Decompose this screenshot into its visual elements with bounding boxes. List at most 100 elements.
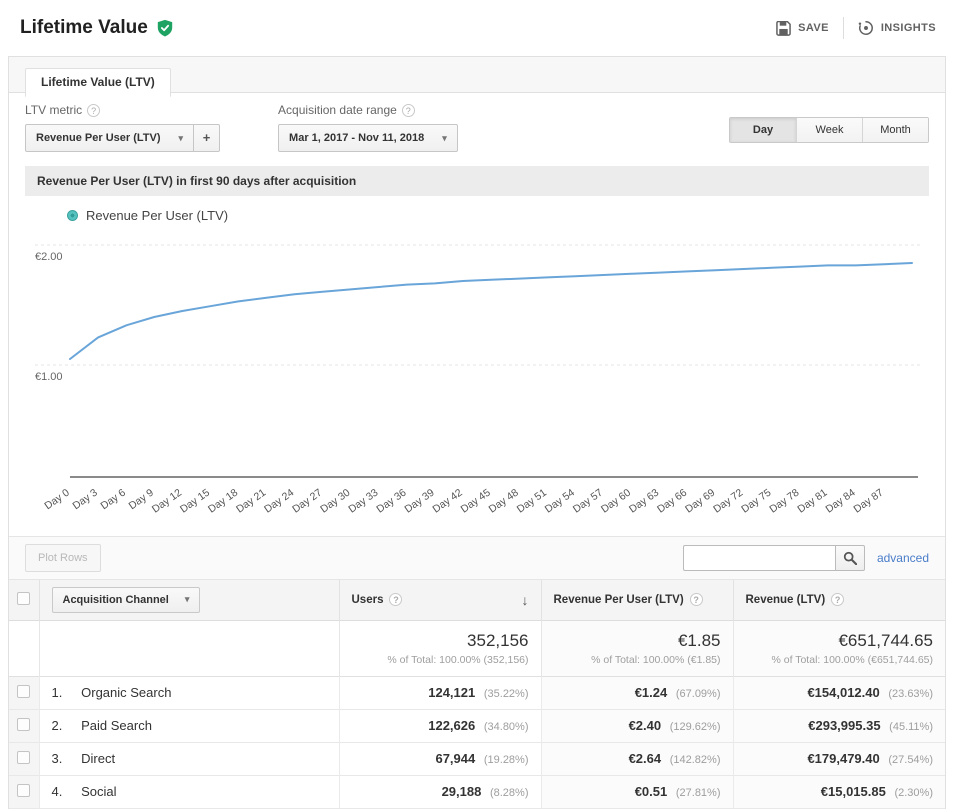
chart-title: Revenue Per User (LTV) in first 90 days … [25,166,929,196]
row-checkbox[interactable] [17,685,30,698]
row-index: 1. [52,685,78,700]
verified-shield-icon [156,19,174,37]
ltv-metric-select[interactable]: Revenue Per User (LTV) ▾ [25,124,194,152]
users-value: 122,626 [428,718,475,733]
svg-text:Day 24: Day 24 [262,487,296,516]
tab-strip: Lifetime Value (LTV) [9,57,945,93]
chart-body: €2.00€1.00Day 0Day 3Day 6Day 9Day 12Day … [25,196,929,528]
top-header: Lifetime Value SAVE INSIGHTS [0,0,954,56]
col-header-revenue[interactable]: Revenue (LTV) [746,594,826,606]
revenue-per-user-value: €2.40 [629,718,662,733]
users-percent: (19.28%) [484,754,529,766]
svg-text:Day 78: Day 78 [767,487,801,516]
row-index: 2. [52,718,78,733]
svg-text:Day 66: Day 66 [655,487,689,516]
svg-text:Day 60: Day 60 [599,487,633,516]
svg-text:Day 3: Day 3 [70,487,99,513]
granularity-day-button[interactable]: Day [730,118,796,142]
svg-text:Day 27: Day 27 [290,487,324,516]
ltv-metric-label: LTV metric [25,103,82,117]
svg-text:Day 45: Day 45 [459,487,493,516]
total-users: 352,156 [352,631,529,651]
col-header-revenue-per-user[interactable]: Revenue Per User (LTV) [554,594,684,606]
users-percent: (35.22%) [484,688,529,700]
revenue-per-user-percent: (67.09%) [676,688,721,700]
tab-lifetime-value[interactable]: Lifetime Value (LTV) [25,68,171,97]
svg-text:Day 21: Day 21 [234,487,268,516]
table-row[interactable]: 3. Direct 67,944 (19.28%) €2.64 (142.82%… [9,742,945,775]
ltv-metric-value: Revenue Per User (LTV) [36,132,161,144]
select-all-checkbox[interactable] [17,592,30,605]
total-revenue: €651,744.65 [746,631,934,651]
revenue-per-user-value: €0.51 [635,784,668,799]
ltv-metric-group: LTV metric ? Revenue Per User (LTV) ▾ + [25,103,220,152]
revenue-per-user-percent: (142.82%) [670,754,721,766]
plot-rows-button[interactable]: Plot Rows [25,544,101,572]
svg-text:Day 81: Day 81 [795,487,829,516]
revenue-percent: (45.11%) [889,721,933,733]
help-icon[interactable]: ? [389,593,402,606]
add-metric-button[interactable]: + [194,124,220,152]
granularity-week-button[interactable]: Week [796,118,862,142]
revenue-value: €15,015.85 [821,784,886,799]
save-label: SAVE [798,22,829,34]
revenue-per-user-percent: (27.81%) [676,787,721,799]
svg-text:Day 12: Day 12 [150,487,184,516]
svg-text:Day 87: Day 87 [852,487,886,516]
svg-text:Day 63: Day 63 [627,487,661,516]
search-icon [843,551,857,565]
table-row[interactable]: 4. Social 29,188 (8.28%) €0.51 (27.81%) … [9,775,945,808]
channel-name[interactable]: Organic Search [81,685,171,700]
ltv-chart-svg[interactable]: €2.00€1.00Day 0Day 3Day 6Day 9Day 12Day … [25,196,947,528]
revenue-per-user-percent: (129.62%) [670,721,721,733]
svg-text:Day 48: Day 48 [487,487,521,516]
help-icon[interactable]: ? [831,593,844,606]
page-title: Lifetime Value [20,17,148,39]
revenue-value: €154,012.40 [807,685,879,700]
dimension-select-button[interactable]: Acquisition Channel ▾ [52,587,201,613]
svg-text:Day 75: Day 75 [739,487,773,516]
svg-text:€2.00: €2.00 [35,251,63,263]
revenue-value: €179,479.40 [807,751,879,766]
save-floppy-icon [776,21,791,36]
date-range-label: Acquisition date range [278,103,397,117]
channel-name[interactable]: Social [81,784,116,799]
svg-text:Day 15: Day 15 [178,487,212,516]
svg-text:Day 69: Day 69 [683,487,717,516]
channel-name[interactable]: Paid Search [81,718,152,733]
date-range-select[interactable]: Mar 1, 2017 - Nov 11, 2018 ▾ [278,124,458,152]
row-checkbox[interactable] [17,784,30,797]
row-index: 4. [52,784,78,799]
ltv-table: Acquisition Channel ▾ Users ? ↓ Revenue … [9,580,945,809]
revenue-per-user-value: €2.64 [629,751,662,766]
revenue-per-user-value: €1.24 [635,685,668,700]
help-icon[interactable]: ? [87,104,100,117]
table-row[interactable]: 2. Paid Search 122,626 (34.80%) €2.40 (1… [9,709,945,742]
chart-legend[interactable]: Revenue Per User (LTV) [67,208,228,223]
help-icon[interactable]: ? [690,593,703,606]
sort-desc-icon[interactable]: ↓ [522,592,529,608]
svg-text:Day 39: Day 39 [402,487,436,516]
svg-text:Day 72: Day 72 [711,487,745,516]
search-button[interactable] [835,545,865,571]
row-checkbox[interactable] [17,751,30,764]
chevron-down-icon: ▾ [179,133,184,144]
granularity-month-button[interactable]: Month [862,118,928,142]
table-search-input[interactable] [683,545,835,571]
total-revenue-per-user-subtext: % of Total: 100.00% (€1.85) [554,654,721,666]
granularity-segmented-control: Day Week Month [729,117,929,143]
svg-text:Day 42: Day 42 [431,487,465,516]
svg-text:Day 0: Day 0 [42,487,71,513]
advanced-search-link[interactable]: advanced [877,551,929,565]
table-row[interactable]: 1. Organic Search 124,121 (35.22%) €1.24… [9,676,945,709]
row-checkbox[interactable] [17,718,30,731]
insights-button[interactable]: INSIGHTS [858,20,936,36]
save-button[interactable]: SAVE [776,21,829,36]
users-value: 67,944 [435,751,475,766]
col-header-users[interactable]: Users [352,594,384,606]
help-icon[interactable]: ? [402,104,415,117]
header-divider [843,17,844,39]
ltv-chart-card: Revenue Per User (LTV) in first 90 days … [25,166,929,528]
legend-dot-icon [67,210,78,221]
channel-name[interactable]: Direct [81,751,115,766]
